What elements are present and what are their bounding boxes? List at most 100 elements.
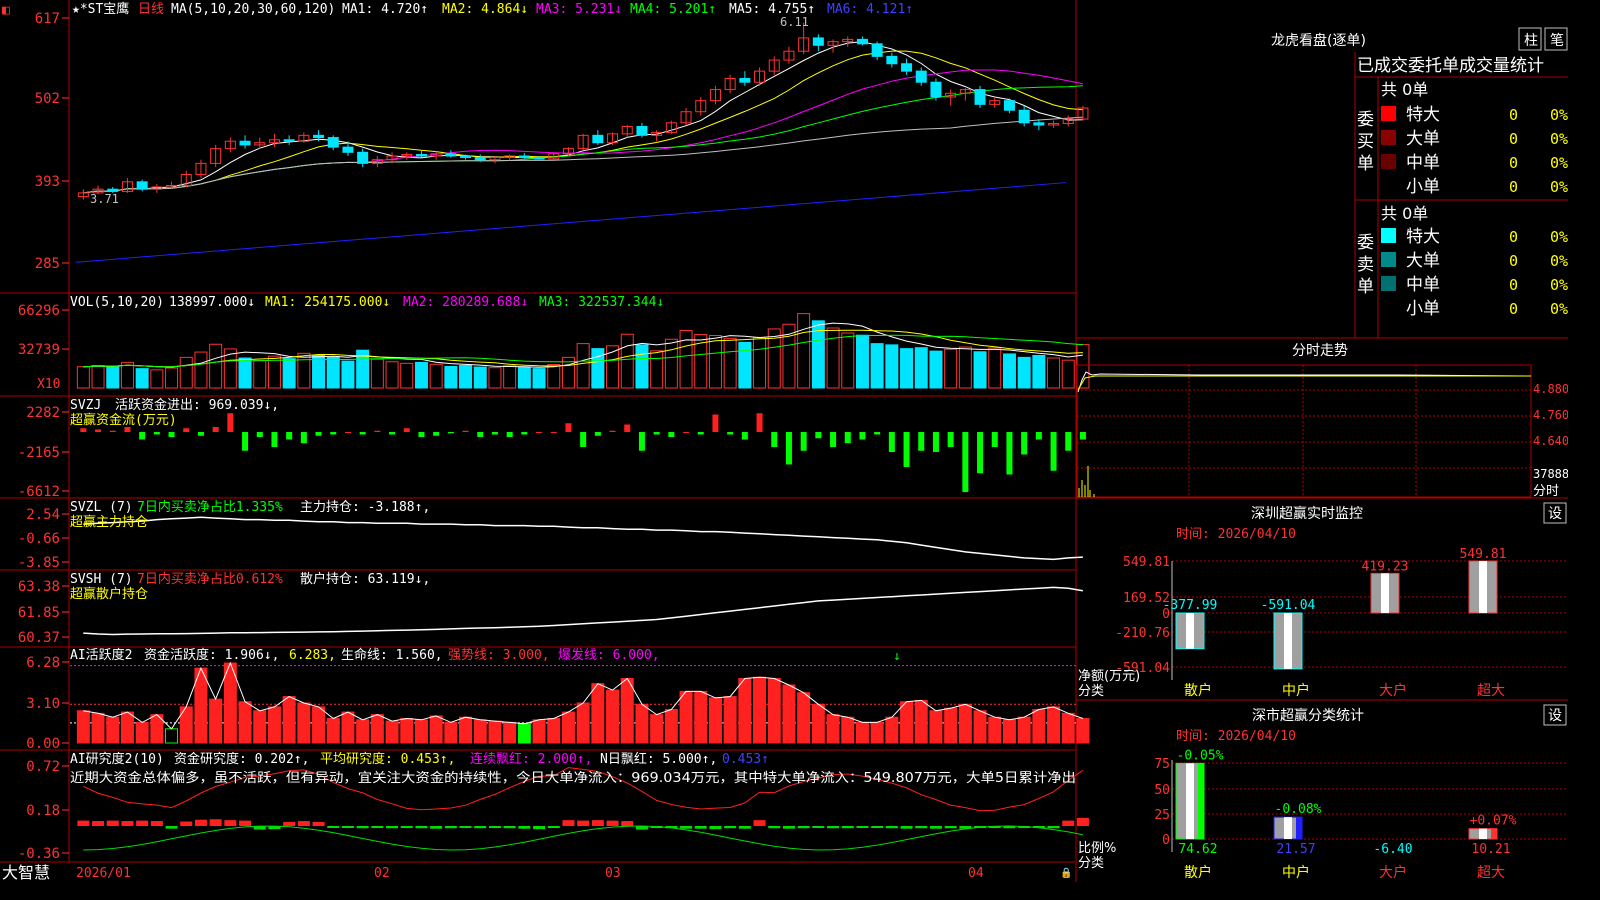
ai1-bar[interactable] bbox=[444, 721, 458, 744]
volume-bar[interactable] bbox=[370, 358, 384, 389]
ai2-bar[interactable] bbox=[341, 826, 354, 828]
svzj-bar[interactable] bbox=[874, 432, 881, 435]
volume-bar[interactable] bbox=[870, 343, 884, 389]
volume-bar[interactable] bbox=[106, 365, 120, 389]
ai1-bar[interactable] bbox=[429, 715, 443, 744]
ai2-bar[interactable] bbox=[944, 826, 957, 829]
ai2-bar[interactable] bbox=[885, 826, 898, 829]
ai2-bar[interactable] bbox=[386, 826, 399, 829]
ai1-bar[interactable] bbox=[738, 678, 752, 744]
ai1-bar[interactable] bbox=[297, 702, 311, 744]
svzj-bar[interactable] bbox=[315, 432, 322, 436]
ai2-bar[interactable] bbox=[474, 826, 487, 829]
volume-bar[interactable] bbox=[209, 343, 223, 389]
ai1-bar[interactable] bbox=[209, 698, 223, 744]
ai1-bar[interactable] bbox=[1017, 716, 1031, 744]
volume-bar[interactable] bbox=[194, 351, 208, 389]
ai2-bar[interactable] bbox=[297, 821, 310, 826]
candle-down[interactable] bbox=[239, 140, 251, 146]
ai2-bar[interactable] bbox=[812, 826, 825, 828]
svzj-bar[interactable] bbox=[771, 432, 778, 447]
chart-workspace[interactable]: 617 502 393 285 66296 32739 2282 -2165 -6612 2… bbox=[0, 0, 1568, 882]
ai1-bar[interactable] bbox=[767, 678, 781, 744]
volume-bar[interactable] bbox=[488, 367, 502, 389]
ai1-bar[interactable] bbox=[356, 719, 370, 744]
ai1-bar[interactable] bbox=[855, 721, 869, 744]
svsh-line[interactable] bbox=[83, 586, 1084, 636]
ai2-bar[interactable] bbox=[591, 820, 604, 826]
ai2-bar[interactable] bbox=[1047, 826, 1060, 829]
ai1-bar[interactable] bbox=[753, 676, 767, 744]
candle-down[interactable] bbox=[474, 156, 486, 161]
volume-bar[interactable] bbox=[297, 352, 311, 389]
volume-bar[interactable] bbox=[679, 330, 693, 389]
ai1-bar[interactable] bbox=[326, 717, 340, 744]
ai2-bar[interactable] bbox=[430, 826, 443, 829]
volume-bar[interactable] bbox=[929, 350, 943, 389]
ai1-bar[interactable] bbox=[312, 706, 326, 744]
volume-bar[interactable] bbox=[914, 347, 928, 389]
ai2-bar[interactable] bbox=[224, 820, 237, 826]
svzj-bar[interactable] bbox=[389, 432, 396, 435]
ai2-bar[interactable] bbox=[77, 820, 90, 826]
svzj-bar[interactable] bbox=[183, 428, 190, 432]
ai2-bar[interactable] bbox=[827, 826, 840, 829]
ai2-bar[interactable] bbox=[312, 821, 325, 826]
ai2-bar[interactable] bbox=[327, 826, 340, 828]
candle-down[interactable] bbox=[871, 43, 883, 57]
svzj-bar[interactable] bbox=[683, 432, 690, 433]
candle-down[interactable] bbox=[357, 151, 369, 164]
svzj-bar[interactable] bbox=[286, 432, 293, 440]
svzl-panel[interactable]: 2.54 -0.66 -3.85 bbox=[18, 507, 1083, 571]
ai1-bar[interactable] bbox=[782, 684, 796, 744]
volume-bar[interactable] bbox=[1017, 356, 1031, 389]
volume-bar[interactable] bbox=[576, 343, 590, 389]
candle-down[interactable] bbox=[901, 63, 913, 72]
ai1-bar[interactable] bbox=[885, 716, 899, 744]
candle-down[interactable] bbox=[856, 38, 868, 45]
ai1-bar[interactable] bbox=[606, 689, 620, 744]
svzj-bar[interactable] bbox=[565, 423, 572, 432]
svzj-bar[interactable] bbox=[918, 432, 925, 451]
ai1-bar[interactable] bbox=[694, 690, 708, 744]
svzj-bar[interactable] bbox=[756, 413, 763, 432]
volume-bar[interactable] bbox=[988, 347, 1002, 389]
volume-bar[interactable] bbox=[238, 357, 252, 389]
svzj-bar[interactable] bbox=[888, 432, 895, 452]
svzj-bar[interactable] bbox=[991, 432, 998, 447]
svzj-bar[interactable] bbox=[521, 432, 528, 435]
candle-down[interactable] bbox=[1003, 100, 1015, 111]
volume-bar[interactable] bbox=[664, 338, 678, 389]
ai1-bar[interactable] bbox=[1002, 719, 1016, 744]
volume-bar[interactable] bbox=[1002, 353, 1016, 389]
candle-down[interactable] bbox=[812, 37, 824, 46]
volume-bar[interactable] bbox=[341, 360, 355, 389]
volume-bar[interactable] bbox=[973, 351, 987, 389]
svzj-bar[interactable] bbox=[227, 413, 234, 432]
right-side-panels[interactable]: 委买单委卖单特大 0 0%大单 0 0%中单 0 0%小单 0 0%特大 0 0%大单 0 0%中单 0 0… bbox=[1076, 105, 1568, 881]
svzj-bar[interactable] bbox=[712, 414, 719, 433]
ai2-bar[interactable] bbox=[283, 821, 296, 826]
svzj-bar[interactable] bbox=[433, 432, 440, 436]
volume-bar[interactable] bbox=[958, 346, 972, 389]
svzj-bar[interactable] bbox=[300, 432, 307, 444]
svzj-bar[interactable] bbox=[594, 432, 601, 436]
svzj-bar[interactable] bbox=[491, 432, 498, 435]
candle-down[interactable] bbox=[974, 89, 986, 105]
svzj-bar[interactable] bbox=[550, 432, 557, 433]
ai2-bar[interactable] bbox=[797, 826, 810, 829]
svzj-bar[interactable] bbox=[197, 432, 204, 436]
ai1-bar[interactable] bbox=[841, 716, 855, 744]
svzj-bar[interactable] bbox=[815, 432, 822, 439]
ai1-bar[interactable] bbox=[723, 696, 737, 744]
ai1-bar[interactable] bbox=[517, 723, 531, 744]
ai2-bar[interactable] bbox=[768, 826, 781, 829]
ai1-bar[interactable] bbox=[106, 716, 120, 744]
volume-bar[interactable] bbox=[400, 362, 414, 389]
ai1-bar[interactable] bbox=[797, 692, 811, 744]
ai1-bar[interactable] bbox=[238, 701, 252, 744]
volume-bar[interactable] bbox=[414, 361, 428, 389]
longhu-tab-title[interactable]: 已成交委托单成交量统计 bbox=[1357, 56, 1544, 76]
ai1-bar[interactable] bbox=[165, 728, 179, 744]
volume-bar[interactable] bbox=[429, 363, 443, 389]
